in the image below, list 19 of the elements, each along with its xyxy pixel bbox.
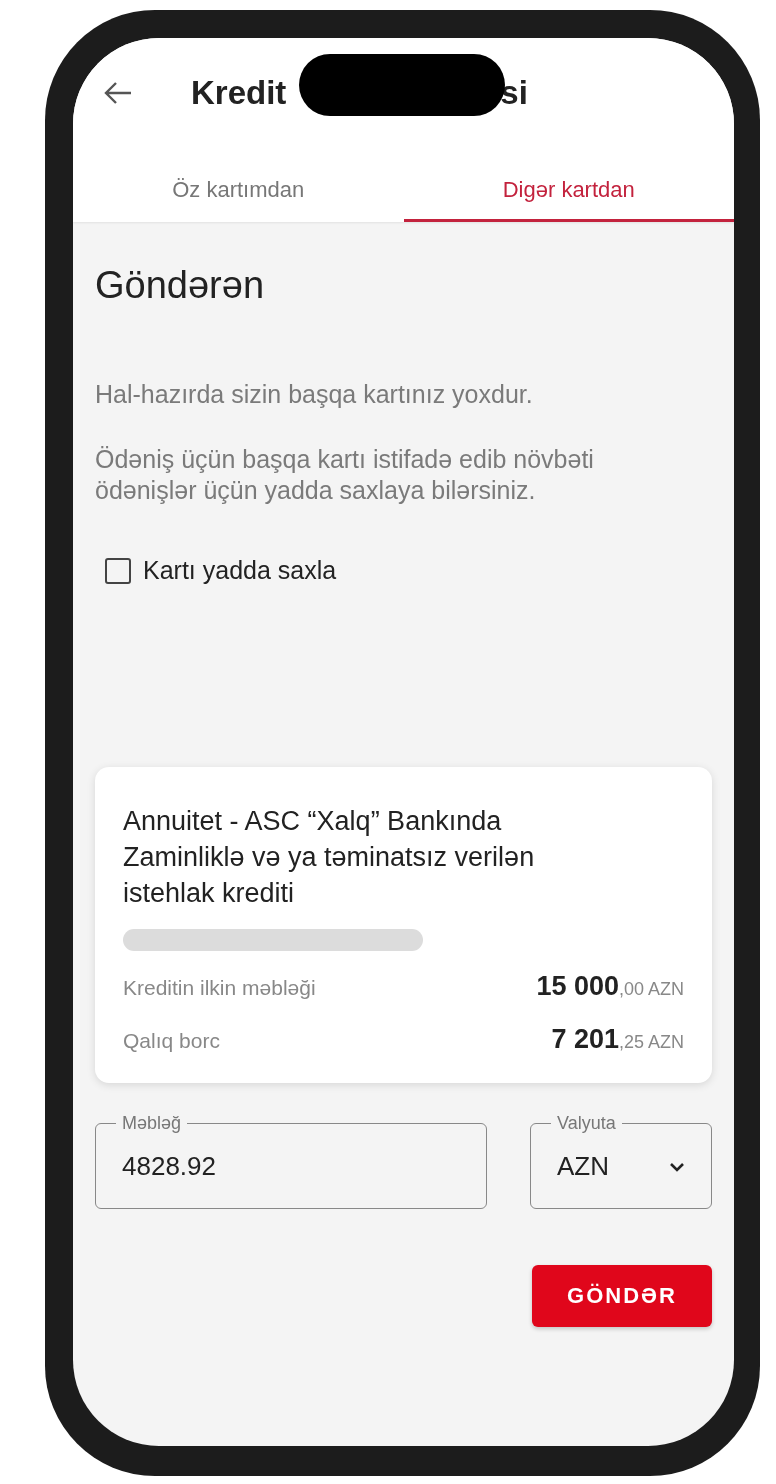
screen-title: Kredit bbox=[191, 74, 287, 112]
amount-field[interactable]: Məbləğ 4828.92 bbox=[95, 1113, 487, 1209]
info-text: Hal-hazırda sizin başqa kartınız yoxdur. bbox=[95, 379, 534, 410]
tab[interactable]: Digər kartdan bbox=[403, 160, 734, 222]
checkbox[interactable] bbox=[105, 557, 131, 584]
checkbox-label[interactable]: Kartı yadda saxla bbox=[143, 556, 337, 585]
currency-dropdown[interactable]: Valyuta AZN bbox=[530, 1113, 712, 1209]
amount-value: 15 000,00 AZN bbox=[536, 971, 684, 1002]
amount-value: 7 201,25 AZN bbox=[551, 1024, 684, 1055]
row-label: Kreditin ilkin məbləği bbox=[123, 976, 316, 1000]
section-heading: Göndərən bbox=[95, 264, 265, 307]
tab[interactable]: Öz kartımdan bbox=[73, 160, 404, 222]
info-text: Ödəniş üçün başqa kartı istifadə edib növbəti ödənişlər üçün yadda saxlaya bilərsiniz. bbox=[95, 444, 595, 506]
chevron-down-icon bbox=[669, 1161, 685, 1172]
loan-title: Annuitet - ASC “Xalq” Bankında Zaminliklə və ya təminatsız verilən istehlak krediti bbox=[123, 805, 536, 910]
back-icon[interactable] bbox=[103, 81, 133, 105]
send-button[interactable]: GÖNDƏR bbox=[532, 1265, 712, 1327]
row-label: Qalıq borc bbox=[123, 1029, 220, 1053]
screen-title: si bbox=[500, 74, 528, 112]
